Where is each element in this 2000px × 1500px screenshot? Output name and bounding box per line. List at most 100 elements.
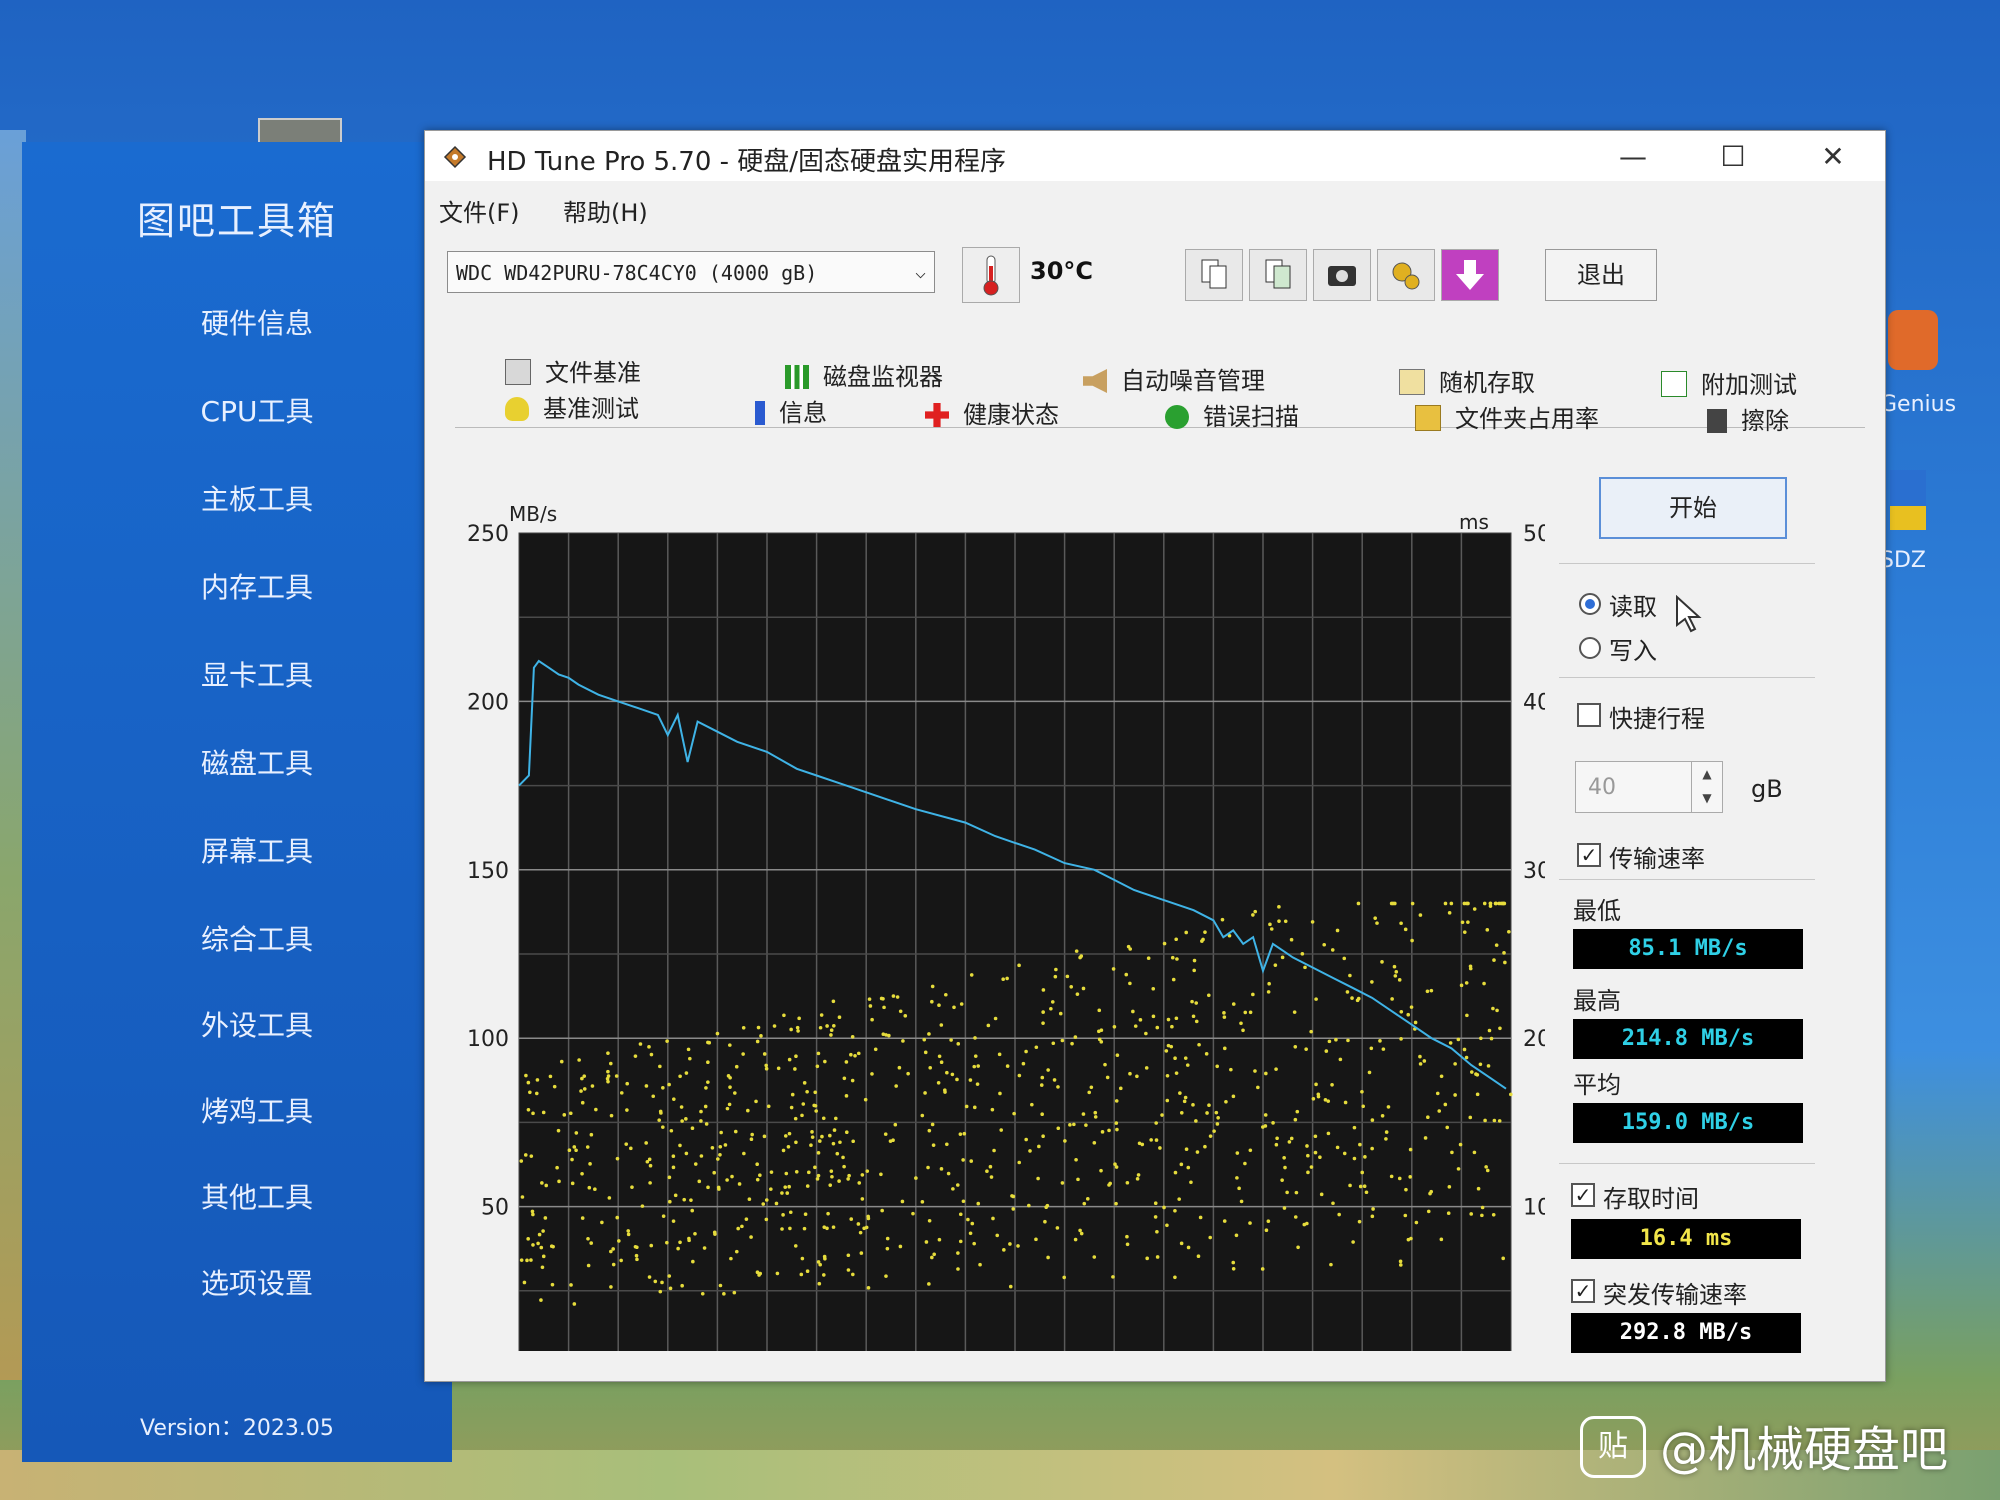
access-time-point: [816, 1151, 821, 1155]
copy-graph-button[interactable]: [1249, 249, 1307, 301]
save-button[interactable]: [1441, 249, 1499, 301]
menu-file[interactable]: 文件(F): [439, 193, 520, 228]
access-time-point: [797, 1016, 801, 1021]
access-time-point: [973, 1036, 977, 1040]
write-radio[interactable]: [1579, 637, 1601, 659]
access-time-point: [880, 1208, 884, 1213]
toolbox-item-memory-tools[interactable]: 内存工具: [22, 566, 492, 606]
access-time-point: [1426, 1115, 1430, 1120]
access-time-checkbox[interactable]: ✓: [1571, 1183, 1595, 1207]
tab-random-access[interactable]: 随机存取: [1399, 363, 1535, 398]
read-radio[interactable]: [1579, 593, 1601, 615]
access-time-point: [1166, 1017, 1171, 1022]
access-time-point: [970, 1221, 975, 1226]
tab-label: 错误扫描: [1203, 403, 1299, 431]
close-button[interactable]: ✕: [1805, 137, 1861, 177]
access-time-point: [1309, 1029, 1313, 1034]
access-time-point: [927, 1128, 932, 1133]
access-time-point: [1063, 1139, 1067, 1143]
screenshot-button[interactable]: [1313, 249, 1371, 301]
options-button[interactable]: [1377, 249, 1435, 301]
desktop-app-sdz[interactable]: SDZ: [1880, 548, 1926, 573]
toolbox-item-general-tools[interactable]: 综合工具: [22, 918, 492, 958]
access-time-point: [1370, 1118, 1375, 1122]
access-time-point: [651, 1094, 656, 1099]
start-button[interactable]: 开始: [1599, 477, 1787, 539]
access-time-point: [1363, 1155, 1367, 1159]
access-time-point: [1235, 1151, 1240, 1155]
toolbox-item-settings[interactable]: 选项设置: [22, 1262, 492, 1302]
access-time-point: [928, 1065, 933, 1070]
access-time-point: [1177, 1197, 1181, 1201]
tab-erase[interactable]: 擦除: [1707, 401, 1789, 436]
exit-button[interactable]: 退出: [1545, 249, 1657, 301]
left-axis-unit: MB/s: [509, 502, 557, 526]
tab-extra-tests[interactable]: 附加测试: [1661, 365, 1797, 400]
access-time-point: [671, 1154, 676, 1159]
access-time-point: [837, 1179, 841, 1183]
tab-aam[interactable]: 自动噪音管理: [1083, 361, 1265, 396]
access-time-point: [986, 1023, 991, 1028]
access-time-point: [1380, 960, 1384, 964]
access-time-point: [579, 1089, 583, 1093]
access-time-point: [1040, 1075, 1045, 1080]
access-time-point: [644, 1141, 648, 1145]
toolbox-item-cpu-tools[interactable]: CPU工具: [22, 390, 492, 430]
access-time-point: [1204, 1052, 1209, 1056]
maximize-button[interactable]: ☐: [1705, 137, 1761, 177]
access-time-point: [898, 1009, 903, 1014]
access-time-point: [1472, 1150, 1477, 1155]
access-time-point: [998, 1091, 1002, 1096]
access-time-point: [737, 1182, 742, 1186]
drive-select[interactable]: WDC WD42PURU-78C4CY0 (4000 gB) ⌵: [447, 251, 935, 293]
access-time-point: [1488, 901, 1493, 906]
tab-file-benchmark[interactable]: 文件基准: [505, 353, 641, 388]
tab-info[interactable]: 信息: [755, 393, 827, 428]
desktop-app-genius[interactable]: Genius: [1880, 392, 1956, 417]
access-time-point: [1085, 1197, 1090, 1201]
access-time-point: [927, 1219, 932, 1223]
access-time-point: [712, 1230, 717, 1235]
access-time-point: [790, 1092, 795, 1097]
menu-help[interactable]: 帮助(H): [563, 193, 648, 228]
access-time-point: [658, 1064, 662, 1069]
access-time-point: [1005, 976, 1009, 981]
toolbox-item-disk-tools[interactable]: 磁盘工具: [22, 742, 492, 782]
access-time-point: [609, 1285, 613, 1289]
quick-test-checkbox[interactable]: [1577, 703, 1601, 727]
access-time-point: [1179, 1162, 1184, 1167]
toolbox-item-motherboard-tools[interactable]: 主板工具: [22, 478, 492, 518]
access-time-point: [955, 1183, 960, 1187]
tab-disk-monitor[interactable]: 磁盘监视器: [785, 357, 943, 392]
toolbox-item-peripheral-tools[interactable]: 外设工具: [22, 1004, 492, 1044]
toolbox-item-gpu-tools[interactable]: 显卡工具: [22, 654, 492, 694]
access-time-point: [607, 1196, 612, 1200]
toolbox-item-other-tools[interactable]: 其他工具: [22, 1176, 492, 1216]
access-time-point: [1386, 1105, 1391, 1109]
minimize-button[interactable]: —: [1605, 137, 1661, 177]
sdz-app-icon[interactable]: [1890, 470, 1926, 530]
toolbox-item-hardware-info[interactable]: 硬件信息: [22, 302, 492, 342]
access-time-point: [699, 1109, 703, 1114]
access-time-point: [549, 1244, 554, 1248]
stepper-arrows-icon[interactable]: ▲ ▼: [1691, 762, 1722, 812]
copy-text-button[interactable]: [1185, 249, 1243, 301]
tab-folder-usage[interactable]: 文件夹占用率: [1415, 399, 1599, 434]
title-bar[interactable]: HD Tune Pro 5.70 - 硬盘/固态硬盘实用程序 — ☐ ✕: [425, 131, 1885, 181]
access-time-point: [823, 1059, 827, 1064]
access-time-point: [1491, 1006, 1495, 1011]
tab-label: 文件夹占用率: [1455, 405, 1599, 433]
access-time-point: [991, 1216, 995, 1221]
toolbox-item-stress-tools[interactable]: 烤鸡工具: [22, 1090, 492, 1130]
tab-benchmark[interactable]: 基准测试: [505, 389, 639, 424]
avg-label: 平均: [1573, 1071, 1621, 1099]
access-time-point: [1337, 1212, 1341, 1217]
quick-test-size-stepper[interactable]: 40 ▲ ▼: [1575, 761, 1723, 813]
tab-error-scan[interactable]: 错误扫描: [1165, 397, 1299, 432]
transfer-rate-checkbox[interactable]: ✓: [1577, 843, 1601, 867]
tab-health[interactable]: 健康状态: [925, 395, 1059, 430]
burst-rate-checkbox[interactable]: ✓: [1571, 1279, 1595, 1303]
access-time-point: [1482, 981, 1486, 986]
genius-app-icon[interactable]: [1888, 310, 1938, 370]
toolbox-item-screen-tools[interactable]: 屏幕工具: [22, 830, 492, 870]
